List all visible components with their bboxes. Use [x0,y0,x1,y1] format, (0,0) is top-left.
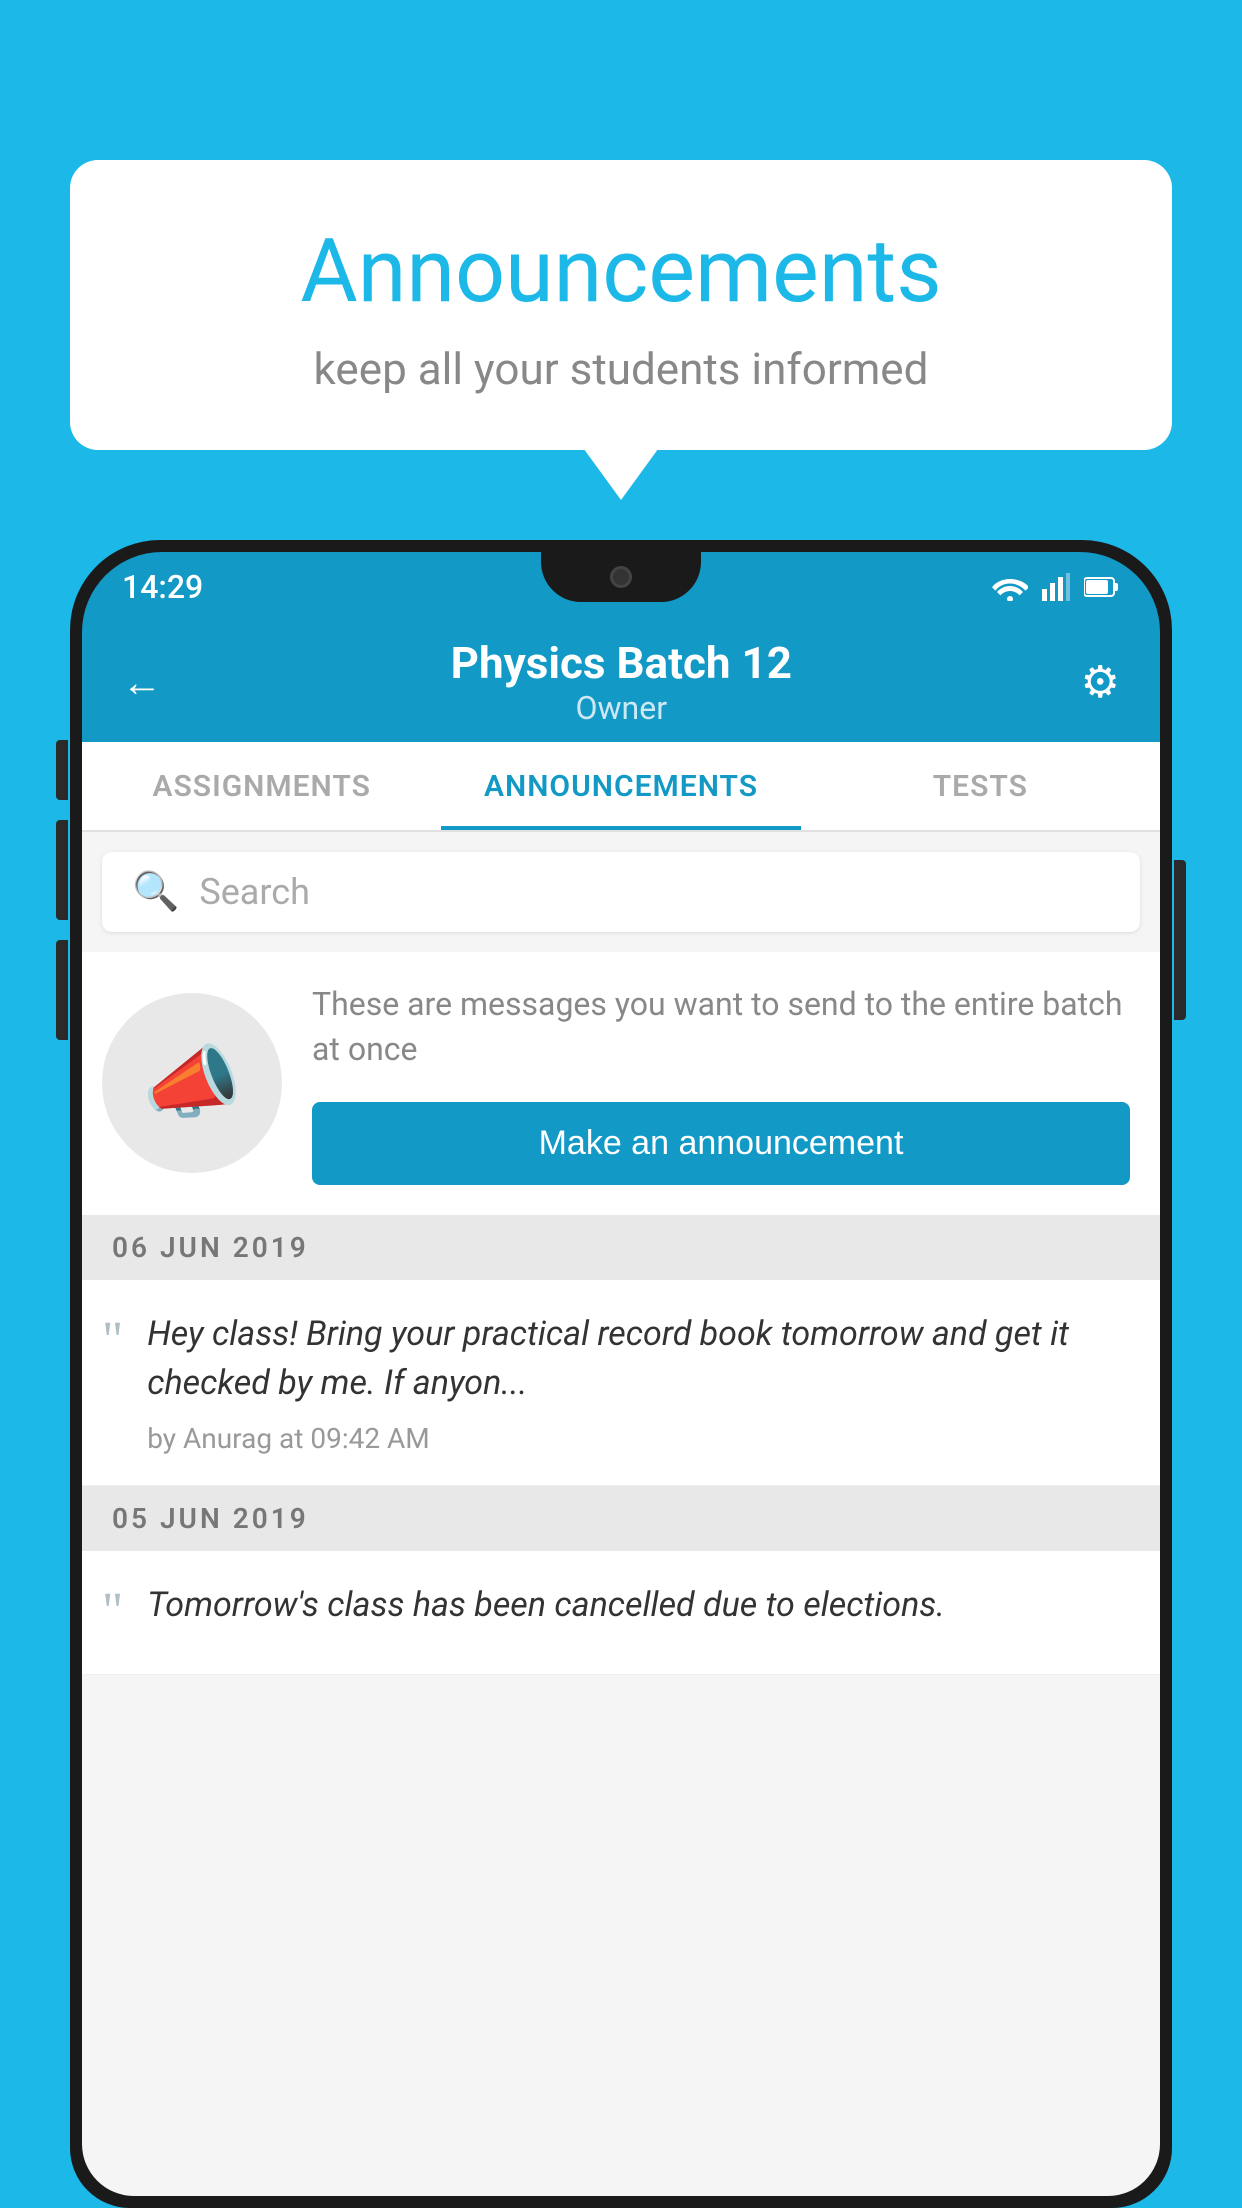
tab-bar: ASSIGNMENTS ANNOUNCEMENTS TESTS [82,742,1160,832]
search-icon: 🔍 [132,870,179,914]
promo-icon-circle: 📣 [102,993,282,1173]
message-meta-1: by Anurag at 09:42 AM [147,1422,1130,1455]
bubble-title: Announcements [120,220,1122,323]
volume-down-button [56,820,68,920]
search-bar[interactable]: 🔍 Search [102,852,1140,932]
promo-text-area: These are messages you want to send to t… [312,982,1130,1185]
search-placeholder: Search [199,871,310,913]
bubble-subtitle: keep all your students informed [120,343,1122,395]
make-announcement-button[interactable]: Make an announcement [312,1102,1130,1185]
promo-description: These are messages you want to send to t… [312,982,1130,1072]
phone-frame: 14:29 [70,540,1172,2208]
app-header: ← Physics Batch 12 Owner ⚙ [82,622,1160,742]
owner-label: Owner [451,689,792,727]
speech-bubble: Announcements keep all your students inf… [70,160,1172,450]
status-time: 14:29 [122,568,203,606]
tab-tests[interactable]: TESTS [801,742,1160,830]
message-item-2[interactable]: " Tomorrow's class has been cancelled du… [82,1551,1160,1675]
message-content-2: Tomorrow's class has been cancelled due … [147,1581,1130,1644]
battery-icon [1084,576,1120,598]
status-icons [992,573,1120,601]
header-center: Physics Batch 12 Owner [451,637,792,727]
tab-announcements[interactable]: ANNOUNCEMENTS [441,742,800,830]
signal-icon [1042,573,1070,601]
back-button[interactable]: ← [122,659,162,706]
message-text-2: Tomorrow's class has been cancelled due … [147,1581,1130,1630]
message-text-1: Hey class! Bring your practical record b… [147,1310,1130,1409]
settings-button[interactable]: ⚙ [1081,656,1120,708]
silent-button [56,940,68,1040]
date-separator-1: 06 JUN 2019 [82,1215,1160,1280]
phone-content: 🔍 Search 📣 These are messages you want t… [82,832,1160,2196]
quote-icon-1: " [102,1315,123,1367]
speech-bubble-container: Announcements keep all your students inf… [70,160,1172,450]
volume-up-button [56,740,68,800]
tab-assignments[interactable]: ASSIGNMENTS [82,742,441,830]
phone-screen: 14:29 [82,552,1160,2196]
quote-icon-2: " [102,1586,123,1638]
notch [541,552,701,602]
power-button [1174,860,1186,1020]
message-content-1: Hey class! Bring your practical record b… [147,1310,1130,1456]
wifi-icon [992,573,1028,601]
batch-title: Physics Batch 12 [451,637,792,689]
status-bar: 14:29 [82,552,1160,622]
camera [610,566,632,588]
message-item-1[interactable]: " Hey class! Bring your practical record… [82,1280,1160,1487]
announcement-promo: 📣 These are messages you want to send to… [82,952,1160,1215]
megaphone-icon: 📣 [142,1036,242,1130]
date-separator-2: 05 JUN 2019 [82,1486,1160,1551]
